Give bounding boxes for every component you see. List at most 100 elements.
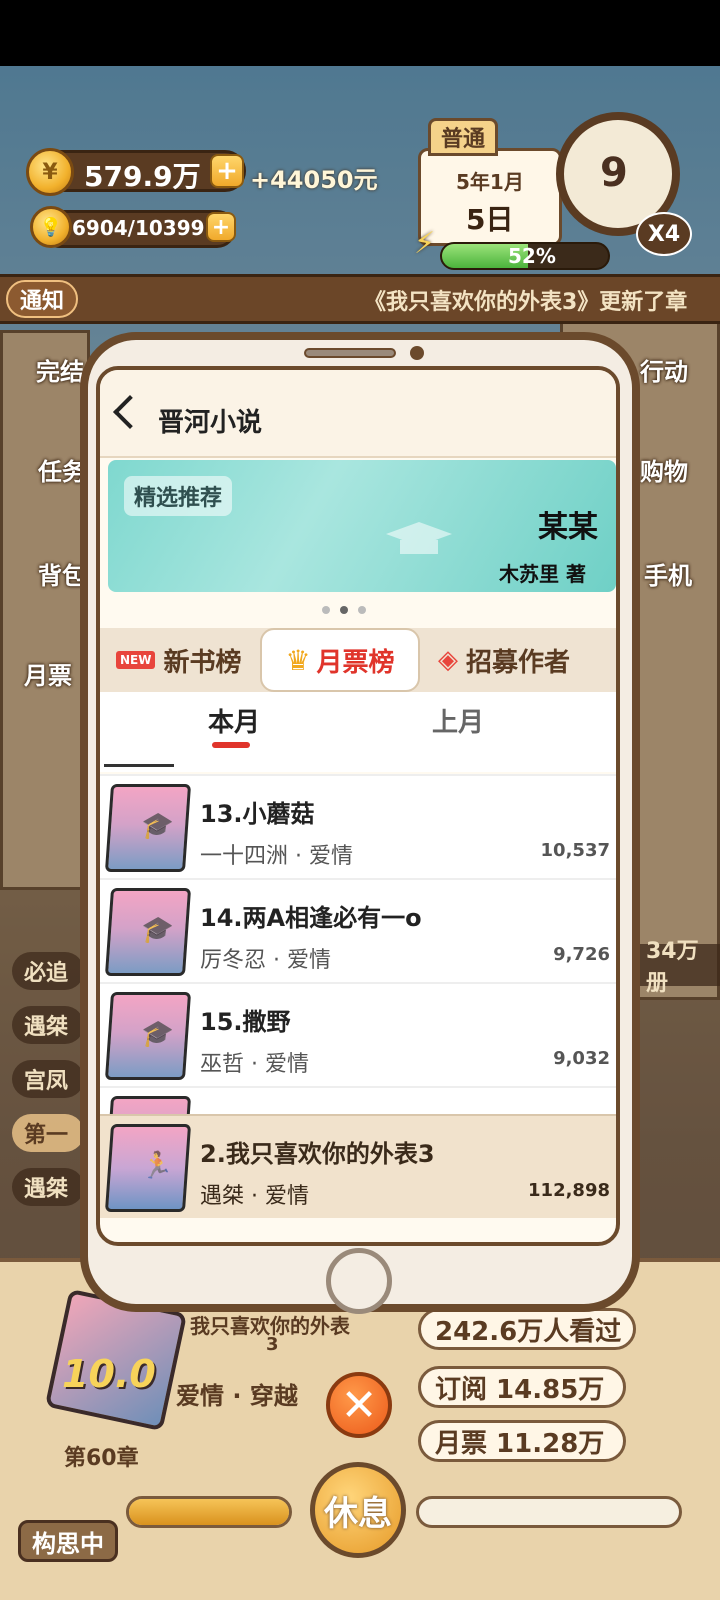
tab-label: 新书榜 <box>163 647 242 678</box>
graduation-cap-icon: 🎓 <box>140 915 175 945</box>
ranking-list: 🎓 13.小蘑菇 一十四洲 · 爱情 10,537 🎓 14.两A相逢必有一o … <box>100 774 616 1114</box>
pagination-dot <box>358 606 366 614</box>
banner-book-title: 某某 <box>538 510 598 545</box>
book-title: 14.两A相逢必有一o <box>200 904 422 932</box>
book-cover: 🎓 <box>104 784 192 872</box>
side-item-action[interactable]: 行动 <box>640 352 688 387</box>
graduation-cap-icon: 🎓 <box>140 1019 175 1049</box>
notice-text: 《我只喜欢你的外表3》更新了章 <box>364 290 688 315</box>
mode-tag[interactable]: 普通 <box>428 118 498 156</box>
coin-icon: ¥ <box>26 148 74 196</box>
lightning-icon: ⚡ <box>414 226 436 261</box>
rest-button[interactable]: 休息 <box>310 1462 406 1558</box>
side-item-complete[interactable]: 完结 <box>36 352 84 387</box>
book-cover: 🎓 <box>104 888 192 976</box>
list-item-partial[interactable] <box>100 1086 616 1114</box>
period-tabs: 本月 上月 <box>100 692 616 772</box>
runner-icon: 🏃 <box>140 1151 175 1181</box>
pagination-dot-active <box>340 606 348 614</box>
phone-camera <box>410 346 424 360</box>
subtab-this-month[interactable]: 本月 <box>208 702 260 739</box>
book-title: 13.小蘑菇 <box>200 800 315 828</box>
ranking-tabs: NEW 新书榜 ♛ 月票榜 ◈ 招募作者 <box>100 628 616 692</box>
phone-speaker <box>304 348 396 358</box>
add-money-button[interactable]: + <box>210 154 244 188</box>
my-book-ranking[interactable]: 🏃 2.我只喜欢你的外表3 遇桀 · 爱情 112,898 <box>100 1114 616 1218</box>
status-bar <box>0 0 720 66</box>
side-item-phone[interactable]: 手机 <box>644 556 692 591</box>
monthly-votes-stat: 月票 11.28万 <box>418 1420 626 1462</box>
book-author-genre: 厉冬忍 · 爱情 <box>200 948 331 973</box>
book-author-genre: 一十四洲 · 爱情 <box>200 844 353 869</box>
vote-count: 112,898 <box>528 1180 610 1201</box>
side-item-votes[interactable]: 月票 <box>24 656 72 691</box>
app-title: 晋河小说 <box>158 408 263 438</box>
date-month: 5年1月 <box>456 170 524 194</box>
left-list-item[interactable]: 遇桀 <box>12 1168 84 1206</box>
featured-banner[interactable]: 精选推荐 某某 木苏里 著 <box>108 460 616 592</box>
views-stat: 242.6万人看过 <box>418 1308 636 1350</box>
status-tag: 构思中 <box>18 1520 118 1562</box>
crown-icon: ♛ <box>285 643 311 677</box>
banner-author: 木苏里 著 <box>499 562 586 586</box>
vote-count: 10,537 <box>540 840 610 861</box>
date-day: 5日 <box>466 203 514 236</box>
book-cover: 🎓 <box>104 992 192 1080</box>
progress-bar-left <box>126 1496 292 1528</box>
tab-new-books[interactable]: NEW 新书榜 <box>116 628 256 692</box>
book-author-genre: 巫哲 · 爱情 <box>200 1052 309 1077</box>
notice-tag: 通知 <box>6 280 78 318</box>
phone-screen: 晋河小说 精选推荐 某某 木苏里 著 NEW 新书榜 ♛ 月票榜 ◈ 招募作者 … <box>96 366 620 1246</box>
tab-label: 招募作者 <box>466 647 571 678</box>
side-item-tasks[interactable]: 任务 <box>38 452 86 487</box>
list-item[interactable]: 🎓 14.两A相逢必有一o 厉冬忍 · 爱情 9,726 <box>100 878 616 982</box>
sales-count: 34万册 <box>640 939 720 996</box>
tab-monthly-votes[interactable]: ♛ 月票榜 <box>260 628 420 692</box>
book-title: 15.撒野 <box>200 1008 291 1036</box>
subscription-stat: 订阅 14.85万 <box>418 1366 626 1408</box>
tab-recruit-authors[interactable]: ◈ 招募作者 <box>438 628 616 692</box>
tab-label: 月票榜 <box>316 647 395 678</box>
chapter-label: 第60章 <box>64 1446 139 1471</box>
book-cover: 🏃 <box>104 1124 192 1212</box>
graduation-cap-icon <box>386 522 452 554</box>
active-subtab-indicator <box>212 742 250 748</box>
banner-tag: 精选推荐 <box>124 476 233 516</box>
graduation-cap-icon: 🎓 <box>140 811 175 841</box>
money-value: 579.9万 <box>84 160 201 193</box>
list-item[interactable]: 🎓 13.小蘑菇 一十四洲 · 爱情 10,537 <box>100 774 616 878</box>
book-title: 2.我只喜欢你的外表3 <box>200 1140 435 1168</box>
back-icon[interactable] <box>113 395 147 429</box>
phone-home-button[interactable] <box>326 1248 392 1314</box>
clock-value: 9 <box>600 150 628 196</box>
left-list-item[interactable]: 第一 <box>12 1114 84 1152</box>
book-genre: 爱情 · 穿越 <box>176 1382 298 1410</box>
side-item-shop[interactable]: 购物 <box>640 452 688 487</box>
left-list-item[interactable]: 宫凤 <box>12 1060 84 1098</box>
left-list-item[interactable]: 遇桀 <box>12 1006 84 1044</box>
list-item[interactable]: 🎓 15.撒野 巫哲 · 爱情 9,032 <box>100 982 616 1086</box>
close-icon[interactable]: ✕ <box>326 1372 392 1438</box>
app-header: 晋河小说 <box>100 370 616 458</box>
left-list-item[interactable]: 必追 <box>12 952 84 990</box>
handshake-icon: ◈ <box>438 645 458 675</box>
energy-percent: 52% <box>508 244 556 268</box>
side-item-bag[interactable]: 背包 <box>38 556 86 591</box>
book-score: 10.0 <box>62 1352 156 1396</box>
progress-bar-right <box>416 1496 682 1528</box>
income-value: +44050元 <box>250 166 378 194</box>
new-badge: NEW <box>116 651 156 669</box>
book-cover <box>104 1096 192 1114</box>
lightbulb-icon: 💡 <box>30 206 72 248</box>
subtab-last-month[interactable]: 上月 <box>432 702 484 739</box>
inspiration-value: 6904/10399 <box>72 216 205 240</box>
vote-count: 9,726 <box>553 944 610 965</box>
pagination-dot <box>322 606 330 614</box>
speed-button[interactable]: X4 <box>636 212 692 256</box>
add-inspiration-button[interactable]: + <box>206 212 236 242</box>
book-author-genre: 遇桀 · 爱情 <box>200 1184 309 1209</box>
book-title-line2: 3 <box>266 1334 279 1355</box>
list-divider <box>104 764 174 767</box>
vote-count: 9,032 <box>553 1048 610 1069</box>
banner-pagination <box>322 606 366 614</box>
